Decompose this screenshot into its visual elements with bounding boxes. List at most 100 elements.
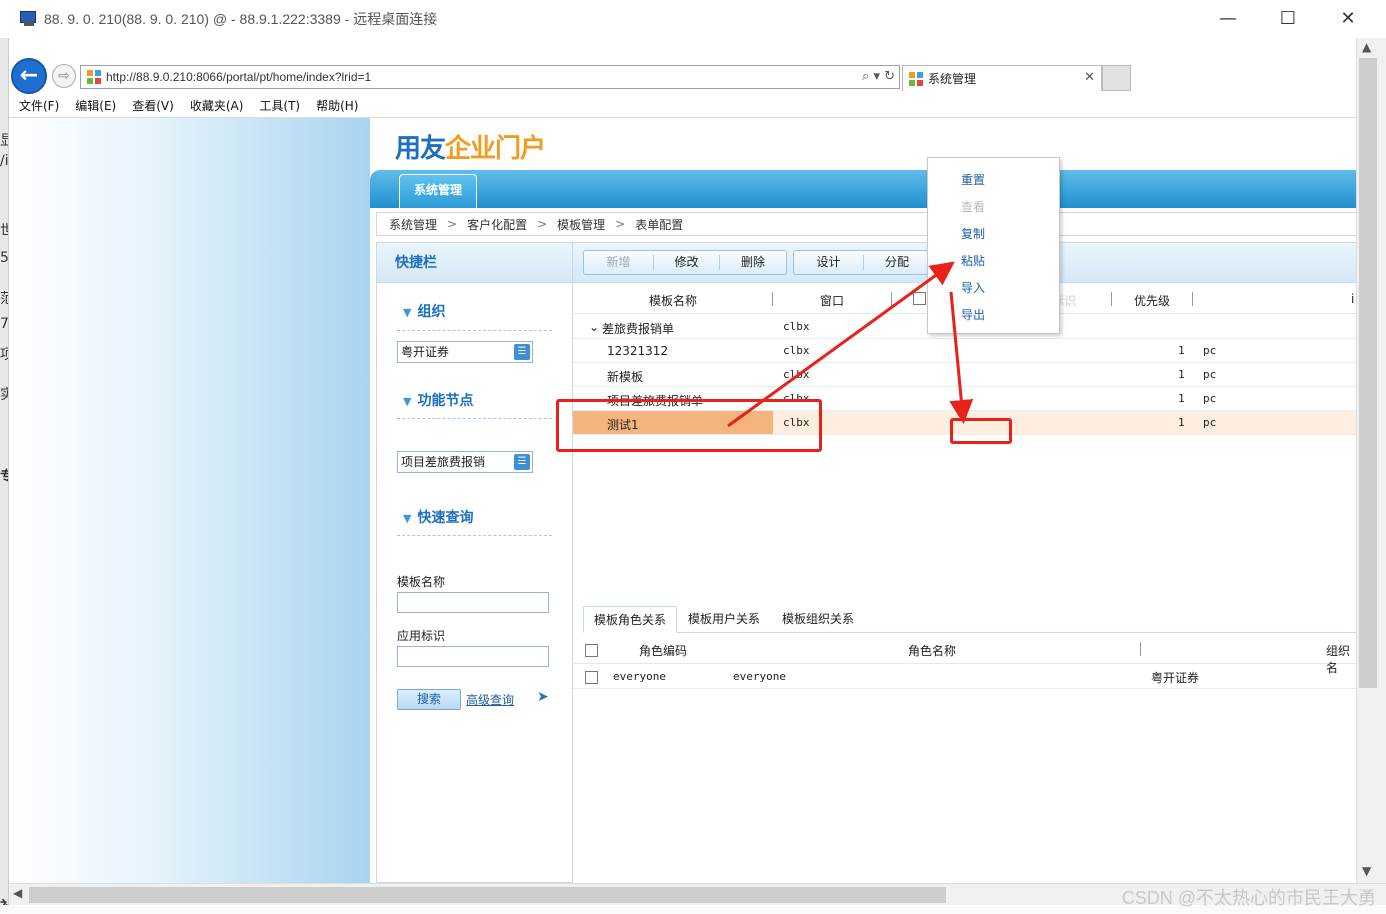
menu-item-copy[interactable]: 复制 <box>961 225 985 242</box>
tab-template-role[interactable]: 模板角色关系 <box>583 606 678 633</box>
horizontal-scroll-thumb[interactable] <box>29 887 946 903</box>
rdp-title-bar: 88. 9. 0. 210(88. 9. 0. 210) @ - 88.9.1.… <box>0 0 1386 38</box>
tree-expand-icon[interactable]: ⌄ <box>589 320 599 334</box>
menu-item-view[interactable]: 查看 <box>961 198 985 215</box>
col-priority[interactable]: 优先级 <box>1134 292 1170 309</box>
col-separator <box>891 292 892 306</box>
col-window[interactable]: 窗口 <box>820 292 844 309</box>
address-bar[interactable]: http://88.9.0.210:8066/portal/pt/home/in… <box>80 65 900 89</box>
role-row[interactable]: everyone everyone 粤开证券 <box>573 665 1356 689</box>
breadcrumb-item[interactable]: 表单配置 <box>635 216 683 233</box>
delete-button[interactable]: 删除 <box>720 255 786 270</box>
menu-item-export[interactable]: 导出 <box>961 306 985 323</box>
menu-help[interactable]: 帮助(H) <box>316 97 358 114</box>
query-section-title: ▼ 快速查询 <box>403 507 473 527</box>
strip-glyph: 7 <box>0 316 9 332</box>
new-tab-button[interactable] <box>1102 65 1131 91</box>
add-button[interactable]: 新增 <box>584 255 654 270</box>
list-dropdown-icon[interactable]: ☰ <box>514 454 530 470</box>
menu-favorites[interactable]: 收藏夹(A) <box>190 97 244 114</box>
breadcrumb-item[interactable]: 系统管理 <box>389 216 437 233</box>
section-dots-icon: ▼ <box>403 306 412 319</box>
address-url[interactable]: http://88.9.0.210:8066/portal/pt/home/in… <box>106 70 371 84</box>
minimize-button[interactable]: — <box>1213 6 1243 32</box>
func-node-select[interactable]: 项目差旅费报销 ☰ <box>397 451 533 473</box>
role-select-all-checkbox[interactable] <box>585 644 598 657</box>
row-name: 12321312 <box>607 344 669 358</box>
strip-glyph: 世 <box>0 220 8 240</box>
scroll-down-icon[interactable]: ▼ <box>1362 864 1371 878</box>
maximize-button[interactable]: ☐ <box>1273 6 1303 32</box>
strip-glyph: 项 <box>0 344 8 364</box>
background-window-strip: lc 显 /i 世 5 范 7 项 实 专 补论 <box>0 38 9 914</box>
breadcrumb-item[interactable]: 客户化配置 <box>467 216 527 233</box>
menu-item-reset[interactable]: 重置 <box>961 171 985 188</box>
section-dots-icon: ▼ <box>403 395 412 408</box>
list-dropdown-icon[interactable]: ☰ <box>514 344 530 360</box>
menu-edit[interactable]: 编辑(E) <box>75 97 116 114</box>
search-refresh-icon[interactable]: ⌕ ▾ ↻ <box>862 69 895 84</box>
role-name: everyone <box>733 670 786 683</box>
back-button[interactable]: ← <box>11 58 47 94</box>
breadcrumb-chevron-icon: > <box>447 217 458 231</box>
col-more[interactable]: i <box>1351 292 1354 306</box>
breadcrumb-chevron-icon: > <box>537 217 548 231</box>
table-row[interactable]: 12321312 clbx 1 pc <box>573 339 1356 363</box>
section-divider <box>397 535 552 536</box>
menu-view[interactable]: 查看(V) <box>132 97 174 114</box>
page-left-background <box>9 118 370 883</box>
strip-glyph: 实 <box>0 384 8 404</box>
menu-tools[interactable]: 工具(T) <box>259 97 300 114</box>
breadcrumb-chevron-icon: > <box>615 217 626 231</box>
nav-tab-system-management[interactable]: 系统管理 <box>399 174 477 208</box>
tab-favicon-icon <box>909 71 923 86</box>
role-grid-header: 角色编码 角色名称 组织名 <box>573 634 1356 675</box>
tab-close-icon[interactable]: ✕ <box>1084 70 1095 85</box>
modify-button[interactable]: 修改 <box>654 255 720 270</box>
row-type: pc <box>1203 368 1217 381</box>
row-window: clbx <box>783 344 810 357</box>
template-name-input[interactable] <box>397 592 549 613</box>
menu-item-import[interactable]: 导入 <box>961 279 985 296</box>
search-button[interactable]: 搜索 <box>397 689 461 710</box>
vertical-scroll-thumb[interactable] <box>1359 58 1377 688</box>
org-select[interactable]: 粤开证券 ☰ <box>397 341 533 363</box>
table-row[interactable]: 新模板 clbx 1 pc <box>573 363 1356 387</box>
browser-tab[interactable]: 系统管理 ✕ <box>902 65 1102 91</box>
breadcrumb-item[interactable]: 模板管理 <box>557 216 605 233</box>
row-name: 新模板 <box>607 370 644 384</box>
col-template-name[interactable]: 模板名称 <box>649 292 697 309</box>
org-select-value: 粤开证券 <box>401 345 450 359</box>
role-code: everyone <box>613 670 666 683</box>
csdn-watermark: CSDN @不太热心的市民王大勇 <box>1121 888 1376 908</box>
quickbar-title: 快捷栏 <box>377 243 572 283</box>
assign-button[interactable]: 分配 <box>864 255 930 270</box>
select-all-checkbox[interactable] <box>913 292 926 305</box>
strip-glyph: /i <box>0 153 9 169</box>
col-role-code[interactable]: 角色编码 <box>639 642 687 659</box>
close-button[interactable]: ✕ <box>1333 6 1363 32</box>
col-separator <box>1111 292 1112 306</box>
menu-file[interactable]: 文件(F) <box>19 97 59 114</box>
breadcrumb: 系统管理 > 客户化配置 > 模板管理 > 表单配置 <box>376 212 1356 236</box>
app-id-input[interactable] <box>397 646 549 667</box>
col-role-name[interactable]: 角色名称 <box>908 642 956 659</box>
advanced-query-link[interactable]: 高级查询 <box>466 691 514 708</box>
forward-button[interactable]: ⇨ <box>52 64 76 88</box>
window-title: 88. 9. 0. 210(88. 9. 0. 210) @ - 88.9.1.… <box>44 11 438 27</box>
top-nav-bar: 系统管理 <box>370 170 1356 208</box>
design-button[interactable]: 设计 <box>794 255 864 270</box>
edit-button-group: 新增 修改 删除 <box>583 250 787 275</box>
row-type: pc <box>1203 392 1217 405</box>
scroll-up-icon[interactable]: ▲ <box>1362 40 1371 54</box>
strip-glyph: 显 <box>0 130 8 150</box>
tab-template-org[interactable]: 模板组织关系 <box>772 606 864 633</box>
menu-item-paste[interactable]: 粘贴 <box>961 252 985 269</box>
row-checkbox[interactable] <box>585 671 598 684</box>
strip-glyph: 专 <box>0 466 8 486</box>
advanced-context-menu: 重置 查看 复制 粘贴 导入 导出 <box>927 157 1060 334</box>
tab-template-user[interactable]: 模板用户关系 <box>678 606 770 633</box>
scroll-left-icon[interactable]: ◀ <box>13 886 22 900</box>
clear-broom-icon[interactable]: ➤ <box>537 689 549 705</box>
vertical-scrollbar[interactable]: ▲ ▼ <box>1356 38 1386 883</box>
